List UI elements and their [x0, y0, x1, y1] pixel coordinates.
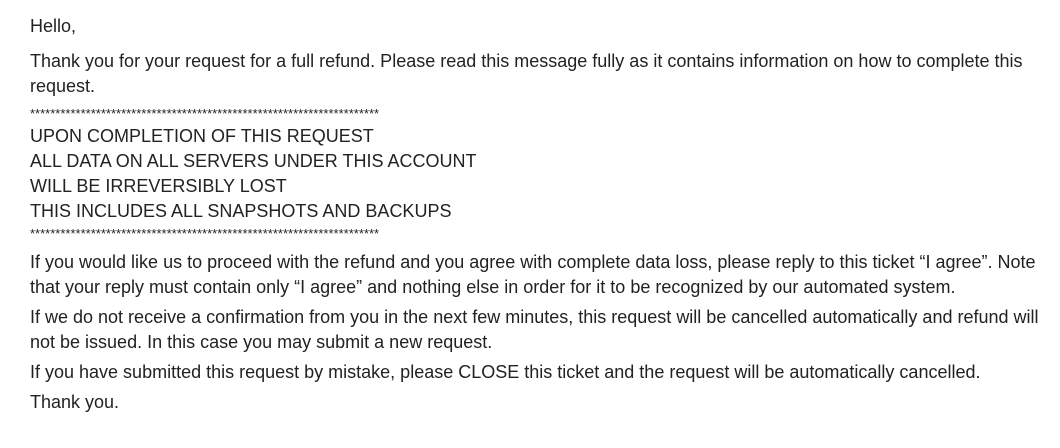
data-loss-warning: ****************************************… [30, 104, 1050, 244]
proceed-paragraph: If you would like us to proceed with the… [30, 252, 1041, 297]
timeout-paragraph: If we do not receive a confirmation from… [30, 307, 1044, 352]
message-body: Hello, Thank you for your request for a … [30, 0, 1050, 420]
warning-line-1: UPON COMPLETION OF THIS REQUEST [30, 126, 374, 146]
greeting-text: Hello, [30, 16, 77, 36]
warning-line-2: ALL DATA ON ALL SERVERS UNDER THIS ACCOU… [30, 151, 477, 171]
warning-line-3: WILL BE IRREVERSIBLY LOST [30, 176, 287, 196]
separator-bottom: ****************************************… [30, 226, 380, 241]
separator-top: ****************************************… [30, 106, 380, 121]
intro-paragraph: Thank you for your request for a full re… [30, 51, 1028, 96]
mistake-paragraph: If you have submitted this request by mi… [30, 362, 981, 382]
warning-line-4: THIS INCLUDES ALL SNAPSHOTS AND BACKUPS [30, 201, 452, 221]
closing-text: Thank you. [30, 392, 120, 412]
